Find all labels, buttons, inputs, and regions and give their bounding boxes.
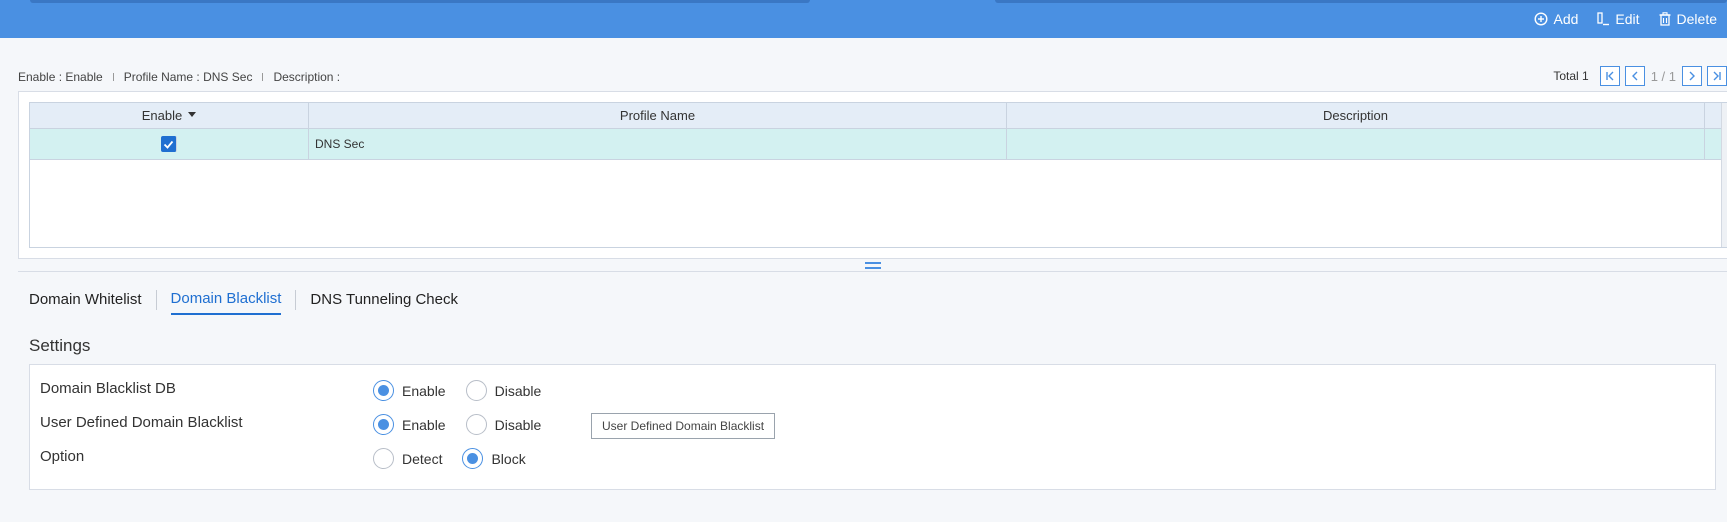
next-page-button[interactable] — [1682, 66, 1702, 86]
radio-group-domain-blacklist-db: Enable Disable — [373, 380, 561, 401]
radio-block[interactable]: Block — [462, 448, 526, 469]
settings-title: Settings — [29, 336, 91, 355]
tab-dns-tunneling-check[interactable]: DNS Tunneling Check — [310, 291, 458, 314]
edit-label: Edit — [1615, 11, 1640, 27]
tab-separator — [155, 289, 157, 310]
summary-separator — [262, 73, 264, 81]
radio-checked-icon — [462, 448, 484, 469]
column-header-description[interactable]: Description — [1007, 103, 1705, 128]
splitter-handle-icon[interactable] — [865, 262, 881, 269]
first-page-icon — [1606, 71, 1614, 81]
edit-icon — [1597, 12, 1610, 26]
enable-checkbox[interactable] — [161, 136, 177, 152]
radio-disable[interactable]: Disable — [465, 380, 542, 401]
pagination: Total 1 1 / 1 — [1553, 66, 1727, 86]
tab-domain-blacklist[interactable]: Domain Blacklist — [170, 290, 282, 315]
column-header-enable[interactable]: Enable — [30, 103, 309, 128]
setting-row-option: Option Detect Block — [30, 443, 1715, 473]
prev-page-button[interactable] — [1624, 66, 1645, 86]
column-header-label: Description — [1322, 108, 1389, 123]
column-header-label: Profile Name — [619, 108, 696, 123]
chevron-left-icon — [1631, 71, 1638, 81]
top-toolbar: Add Edit Delete — [0, 0, 1727, 38]
radio-label: Enable — [402, 416, 446, 433]
settings-panel: Domain Blacklist DB Enable Disable User … — [29, 364, 1716, 490]
cell-profile-name: DNS Sec — [309, 129, 1007, 159]
check-icon — [163, 140, 174, 149]
radio-unchecked-icon — [373, 448, 394, 469]
radio-group-user-defined-blacklist: Enable Disable — [373, 414, 561, 435]
total-count: Total 1 — [1553, 69, 1589, 83]
summary-description: Description : — [273, 70, 341, 84]
trash-icon — [1659, 12, 1671, 26]
setting-label: Option — [40, 448, 85, 465]
radio-label: Detect — [402, 450, 443, 467]
radio-label: Block — [491, 450, 526, 467]
profile-grid-panel: Enable Profile Name Description DNS Sec — [18, 91, 1727, 259]
cell-enable — [30, 129, 309, 159]
edit-button[interactable]: Edit — [1596, 11, 1640, 27]
tab-separator — [295, 289, 297, 310]
add-button[interactable]: Add — [1534, 11, 1578, 27]
radio-checked-icon — [373, 380, 394, 401]
last-page-icon — [1713, 71, 1721, 81]
setting-row-user-defined-domain-blacklist: User Defined Domain Blacklist Enable Dis… — [30, 409, 1715, 439]
delete-button[interactable]: Delete — [1658, 11, 1717, 27]
radio-label: Disable — [494, 416, 542, 433]
radio-enable[interactable]: Enable — [373, 380, 446, 401]
filter-summary: Enable : Enable Profile Name : DNS Sec D… — [18, 70, 340, 84]
summary-profile-name: Profile Name : DNS Sec — [123, 70, 253, 84]
table-row[interactable]: DNS Sec — [30, 129, 1727, 160]
detail-tabs: Domain Whitelist Domain Blacklist DNS Tu… — [29, 289, 458, 315]
page-info: 1 / 1 — [1650, 68, 1676, 84]
top-tab-strip-left — [30, 0, 810, 3]
first-page-button[interactable] — [1599, 66, 1620, 86]
radio-detect[interactable]: Detect — [373, 448, 442, 469]
summary-separator — [112, 73, 114, 81]
column-header-label: Enable — [141, 108, 183, 123]
radio-disable[interactable]: Disable — [465, 414, 542, 435]
setting-row-domain-blacklist-db: Domain Blacklist DB Enable Disable — [30, 375, 1715, 405]
vertical-scrollbar[interactable] — [1721, 103, 1727, 247]
last-page-button[interactable] — [1707, 66, 1727, 86]
summary-enable: Enable : Enable — [18, 70, 103, 84]
setting-label: Domain Blacklist DB — [40, 380, 176, 397]
table-header: Enable Profile Name Description — [30, 103, 1727, 129]
plus-circle-icon — [1534, 12, 1548, 26]
add-label: Add — [1553, 11, 1579, 27]
sort-desc-icon — [188, 112, 197, 117]
user-defined-domain-blacklist-button[interactable]: User Defined Domain Blacklist — [591, 413, 776, 439]
delete-label: Delete — [1676, 11, 1717, 27]
radio-label: Disable — [494, 382, 542, 399]
radio-checked-icon — [373, 414, 394, 435]
radio-label: Enable — [402, 382, 446, 399]
tab-domain-whitelist[interactable]: Domain Whitelist — [29, 291, 142, 314]
profile-name-text: DNS Sec — [315, 137, 365, 151]
radio-unchecked-icon — [465, 414, 487, 435]
cell-description — [1007, 129, 1705, 159]
column-header-profile-name[interactable]: Profile Name — [309, 103, 1007, 128]
radio-unchecked-icon — [465, 380, 487, 401]
pane-splitter — [18, 259, 1727, 272]
profile-table: Enable Profile Name Description DNS Sec — [29, 102, 1727, 248]
chevron-right-icon — [1689, 71, 1695, 81]
setting-label: User Defined Domain Blacklist — [40, 414, 243, 431]
radio-group-option: Detect Block — [373, 448, 546, 469]
radio-enable[interactable]: Enable — [373, 414, 446, 435]
